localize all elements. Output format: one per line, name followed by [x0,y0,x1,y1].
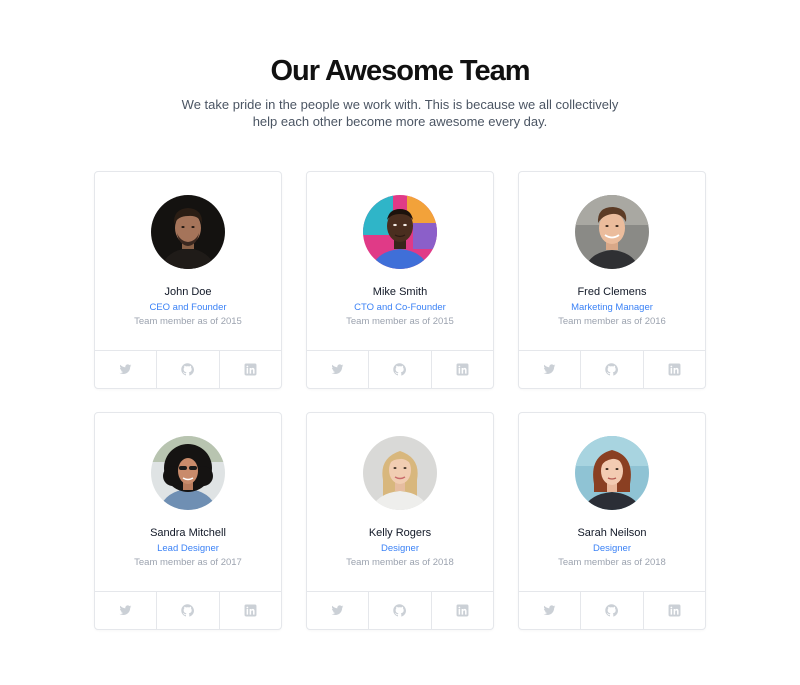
team-card-body: Kelly Rogers Designer Team member as of … [307,413,493,591]
member-since: Team member as of 2018 [346,557,454,568]
team-card: John Doe CEO and Founder Team member as … [94,171,282,389]
github-link[interactable] [369,592,432,629]
github-icon [393,363,407,376]
social-links [307,591,493,629]
twitter-link[interactable] [307,351,370,388]
github-icon [605,604,619,617]
github-icon [181,363,195,376]
linkedin-icon [244,604,257,617]
twitter-link[interactable] [307,592,370,629]
github-icon [605,363,619,376]
team-card: Fred Clemens Marketing Manager Team memb… [518,171,706,389]
member-since: Team member as of 2017 [134,557,242,568]
github-icon [393,604,407,617]
member-role: Designer [380,543,420,554]
avatar [151,195,225,269]
social-links [95,591,281,629]
team-card: Mike Smith CTO and Co-Founder Team membe… [306,171,494,389]
team-card-body: Sandra Mitchell Lead Designer Team membe… [95,413,281,591]
page-title: Our Awesome Team [270,55,530,87]
twitter-icon [119,364,132,375]
avatar [575,195,649,269]
team-card: Sarah Neilson Designer Team member as of… [518,412,706,630]
team-card-body: John Doe CEO and Founder Team member as … [95,172,281,350]
member-name: Fred Clemens [577,286,647,298]
twitter-link[interactable] [519,351,582,388]
avatar [575,436,649,510]
linkedin-link[interactable] [220,351,281,388]
member-name: Sandra Mitchell [150,527,226,539]
twitter-icon [331,605,344,616]
avatar [363,436,437,510]
linkedin-link[interactable] [644,592,705,629]
github-link[interactable] [369,351,432,388]
linkedin-icon [456,604,469,617]
social-links [519,591,705,629]
member-since: Team member as of 2015 [346,316,454,327]
member-role: CEO and Founder [149,302,227,313]
team-card: Kelly Rogers Designer Team member as of … [306,412,494,630]
github-link[interactable] [581,351,644,388]
social-links [519,350,705,388]
linkedin-icon [244,363,257,376]
social-links [307,350,493,388]
member-role: Marketing Manager [571,302,653,313]
linkedin-link[interactable] [220,592,281,629]
twitter-icon [331,364,344,375]
social-links [95,350,281,388]
team-card-body: Sarah Neilson Designer Team member as of… [519,413,705,591]
linkedin-icon [668,604,681,617]
member-since: Team member as of 2015 [134,316,242,327]
team-grid: John Doe CEO and Founder Team member as … [94,171,706,630]
member-name: Mike Smith [372,286,428,298]
linkedin-link[interactable] [432,592,493,629]
linkedin-icon [456,363,469,376]
github-icon [181,604,195,617]
member-name: Kelly Rogers [368,527,432,539]
twitter-icon [119,605,132,616]
avatar [363,195,437,269]
team-card: Sandra Mitchell Lead Designer Team membe… [94,412,282,630]
team-page: Our Awesome Team We take pride in the pe… [0,0,800,685]
member-role: Designer [592,543,632,554]
team-card-body: Fred Clemens Marketing Manager Team memb… [519,172,705,350]
linkedin-link[interactable] [644,351,705,388]
github-link[interactable] [157,592,220,629]
member-name: John Doe [164,286,212,298]
member-role: Lead Designer [157,543,219,554]
twitter-link[interactable] [95,592,158,629]
linkedin-icon [668,363,681,376]
avatar [151,436,225,510]
github-link[interactable] [157,351,220,388]
twitter-link[interactable] [95,351,158,388]
team-card-body: Mike Smith CTO and Co-Founder Team membe… [307,172,493,350]
member-since: Team member as of 2016 [558,316,666,327]
github-link[interactable] [581,592,644,629]
page-subtitle: We take pride in the people we work with… [181,97,619,129]
member-role: CTO and Co-Founder [354,302,446,313]
linkedin-link[interactable] [432,351,493,388]
twitter-icon [543,605,556,616]
twitter-icon [543,364,556,375]
member-name: Sarah Neilson [577,527,647,539]
twitter-link[interactable] [519,592,582,629]
team-header: Our Awesome Team We take pride in the pe… [0,0,800,130]
member-since: Team member as of 2018 [558,557,666,568]
